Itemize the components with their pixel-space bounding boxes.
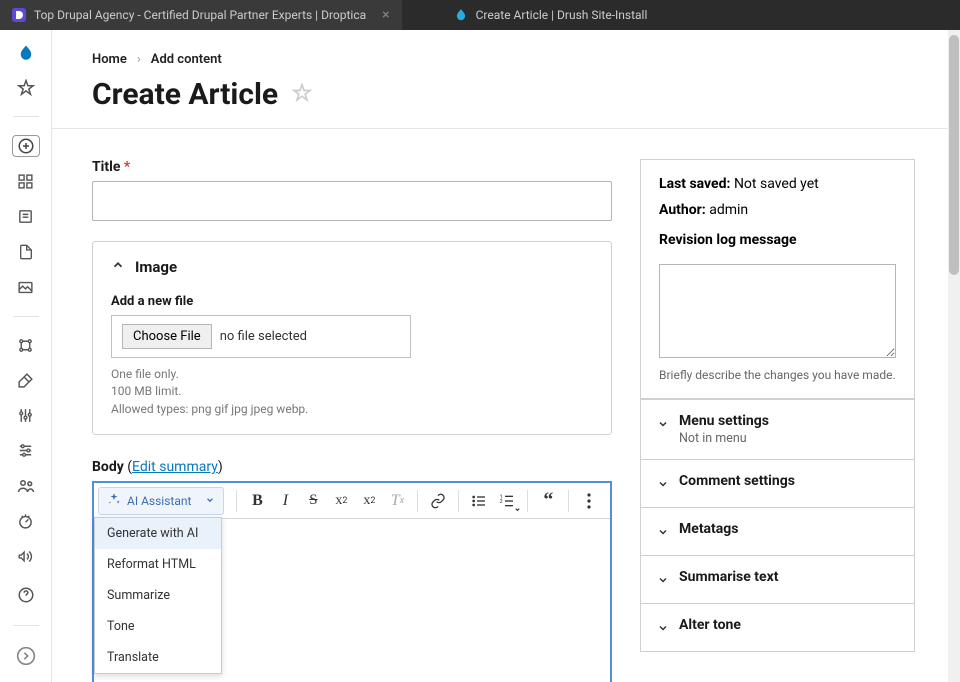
ai-menu-reformat[interactable]: Reformat HTML [95, 549, 221, 580]
content-icon[interactable] [12, 206, 40, 227]
blocks-icon[interactable] [12, 171, 40, 192]
accordion-alter-tone[interactable]: Alter tone [641, 603, 914, 651]
config-icon[interactable] [12, 440, 40, 461]
ai-menu-summarize[interactable]: Summarize [95, 580, 221, 611]
clear-format-button[interactable]: Tx [383, 487, 411, 515]
settings-accordion: Menu settingsNot in menu Comment setting… [640, 399, 915, 652]
title-input[interactable] [92, 181, 612, 221]
tab-favicon-droptica [12, 8, 26, 22]
ai-menu-generate[interactable]: Generate with AI [95, 518, 221, 549]
browser-tab-drush[interactable]: Create Article | Drush Site-Install [442, 0, 660, 30]
superscript-button[interactable]: x2 [327, 487, 355, 515]
reports-icon[interactable] [12, 511, 40, 532]
file-status: no file selected [220, 329, 307, 344]
accordion-comment-settings[interactable]: Comment settings [641, 459, 914, 507]
title-label: Title * [92, 159, 612, 175]
tab-title: Create Article | Drush Site-Install [476, 8, 648, 22]
ai-assistant-dropdown[interactable]: AI Assistant [98, 487, 224, 515]
more-button[interactable] [575, 487, 603, 515]
image-panel: Image Add a new file Choose File no file… [92, 241, 612, 435]
edit-summary-link[interactable]: Edit summary [132, 459, 218, 475]
italic-button[interactable]: I [271, 487, 299, 515]
sparkle-icon [107, 492, 121, 509]
breadcrumb-add[interactable]: Add content [151, 52, 222, 67]
appearance-icon[interactable] [12, 370, 40, 391]
browser-tab-bar: Top Drupal Agency - Certified Drupal Par… [0, 0, 960, 30]
tab-title: Top Drupal Agency - Certified Drupal Par… [34, 8, 366, 22]
browser-tab-droptica[interactable]: Top Drupal Agency - Certified Drupal Par… [0, 0, 402, 30]
chevron-right-icon: › [137, 52, 141, 67]
help-icon[interactable] [12, 581, 40, 609]
structure-icon[interactable] [12, 335, 40, 356]
chevron-down-icon [205, 494, 215, 508]
revision-hint: Briefly describe the changes you have ma… [659, 368, 896, 382]
choose-file-button[interactable]: Choose File [122, 324, 212, 349]
author-value: admin [709, 202, 748, 218]
media-icon[interactable] [12, 277, 40, 298]
page-title: Create Article [92, 77, 278, 112]
accordion-metatags[interactable]: Metatags [641, 507, 914, 555]
file-input-row: Choose File no file selected [111, 315, 411, 358]
bullet-list-button[interactable] [465, 487, 493, 515]
editor-toolbar: AI Assistant B I S x2 x2 Tx [94, 483, 610, 519]
drupal-icon [454, 8, 468, 22]
chevron-down-icon [657, 475, 669, 494]
image-panel-header[interactable]: Image [111, 258, 593, 276]
body-editor: AI Assistant B I S x2 x2 Tx [92, 481, 612, 682]
accordion-menu-settings[interactable]: Menu settingsNot in menu [641, 399, 914, 459]
breadcrumb: Home › Add content [92, 52, 920, 67]
author-label: Author: [659, 202, 706, 218]
ai-menu-translate[interactable]: Translate [95, 642, 221, 673]
svg-text:2: 2 [500, 499, 503, 505]
meta-panel: Last saved: Not saved yet Author: admin … [640, 159, 915, 399]
strike-button[interactable]: S [299, 487, 327, 515]
extend-icon[interactable] [12, 405, 40, 426]
chevron-down-icon [657, 571, 669, 590]
ai-assistant-menu: Generate with AI Reformat HTML Summarize… [94, 517, 222, 674]
subscript-button[interactable]: x2 [355, 487, 383, 515]
body-label: Body (Edit summary) [92, 459, 612, 475]
scrollbar-track [948, 30, 960, 682]
accordion-summarise[interactable]: Summarise text [641, 555, 914, 603]
blockquote-button[interactable]: “ [534, 487, 562, 515]
create-icon[interactable] [12, 135, 40, 157]
file-hints: One file only. 100 MB limit. Allowed typ… [111, 366, 593, 418]
link-button[interactable] [424, 487, 452, 515]
collapse-icon[interactable] [12, 642, 40, 670]
star-icon[interactable] [12, 77, 40, 98]
close-icon[interactable]: × [382, 7, 389, 23]
last-saved-value: Not saved yet [734, 176, 819, 192]
chevron-down-icon [657, 415, 669, 434]
favorite-star-icon[interactable] [292, 83, 312, 107]
breadcrumb-home[interactable]: Home [92, 52, 127, 67]
add-file-label: Add a new file [111, 294, 593, 309]
revision-label: Revision log message [659, 232, 797, 248]
content-area: Home › Add content Create Article Title … [52, 30, 960, 682]
scrollbar-thumb[interactable] [949, 35, 959, 275]
chevron-up-icon [111, 258, 125, 276]
revision-textarea[interactable] [659, 264, 896, 358]
ai-menu-tone[interactable]: Tone [95, 611, 221, 642]
files-icon[interactable] [12, 241, 40, 262]
numbered-list-button[interactable]: 12 [493, 487, 521, 515]
admin-rail [0, 30, 52, 682]
chevron-down-icon [657, 619, 669, 638]
people-icon[interactable] [12, 475, 40, 496]
announce-icon[interactable] [12, 546, 40, 567]
chevron-down-icon [657, 523, 669, 542]
last-saved-label: Last saved: [659, 176, 730, 192]
drupal-home-icon[interactable] [12, 42, 40, 63]
bold-button[interactable]: B [243, 487, 271, 515]
